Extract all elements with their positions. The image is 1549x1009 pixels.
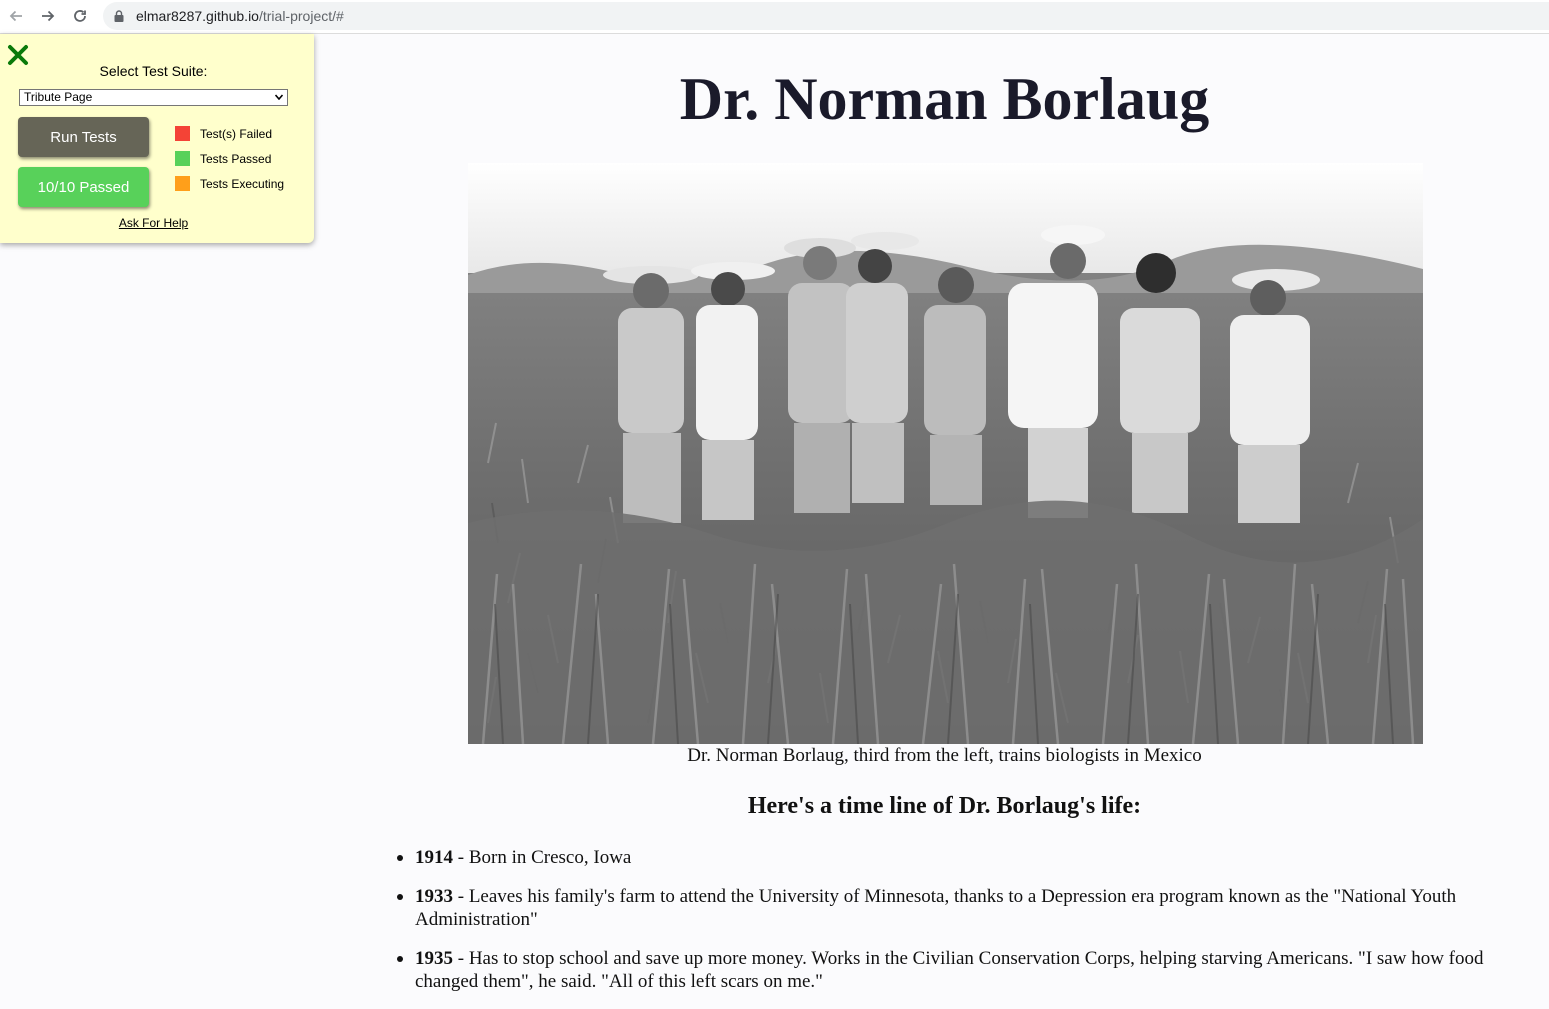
- legend-passed-label: Tests Passed: [200, 151, 272, 166]
- timeline-text: - Born in Cresco, Iowa: [453, 847, 632, 868]
- back-arrow-icon[interactable]: [4, 4, 28, 28]
- timeline-heading: Here's a time line of Dr. Borlaug's life…: [747, 793, 1142, 819]
- browser-toolbar: elmar8287.github.io/trial-project/#: [0, 0, 1549, 34]
- test-suite-panel: Select Test Suite: Tribute Page Run Test…: [0, 34, 314, 243]
- timeline-year: 1935: [415, 948, 453, 969]
- lock-icon: [114, 10, 124, 22]
- timeline-list: 1914 - Born in Cresco, Iowa 1933 - Leave…: [397, 846, 1520, 1009]
- list-item: 1933 - Leaves his family's farm to atten…: [397, 885, 1520, 931]
- list-item: 1935 - Has to stop school and save up mo…: [397, 947, 1520, 993]
- legend-passed: Tests Passed: [175, 151, 271, 166]
- image-caption: Dr. Norman Borlaug, third from the left,…: [687, 745, 1202, 766]
- chevron-down-icon: [275, 94, 283, 100]
- timeline-text: - Leaves his family's farm to attend the…: [415, 886, 1457, 930]
- list-item: 1914 - Born in Cresco, Iowa: [397, 846, 1520, 869]
- test-suite-select[interactable]: Tribute Page: [19, 89, 288, 106]
- page-title: Dr. Norman Borlaug: [679, 66, 1210, 132]
- select-suite-label: Select Test Suite:: [99, 63, 208, 79]
- run-tests-button[interactable]: Run Tests: [18, 117, 149, 157]
- forward-arrow-icon[interactable]: [36, 4, 60, 28]
- ask-for-help-link[interactable]: Ask For Help: [0, 216, 307, 230]
- url-path: /trial-project/#: [258, 8, 344, 24]
- failed-swatch: [175, 126, 190, 141]
- selected-suite-value: Tribute Page: [24, 90, 93, 104]
- wheat-field-photo: [468, 163, 1423, 744]
- legend-executing: Tests Executing: [175, 176, 284, 191]
- passed-swatch: [175, 151, 190, 166]
- legend-failed-label: Test(s) Failed: [200, 126, 273, 141]
- timeline-year: 1933: [415, 886, 453, 907]
- executing-swatch: [175, 176, 190, 191]
- address-bar[interactable]: elmar8287.github.io/trial-project/#: [103, 2, 1549, 30]
- url-text: elmar8287.github.io/trial-project/#: [136, 8, 344, 24]
- test-results-button[interactable]: 10/10 Passed: [18, 167, 149, 207]
- timeline-year: 1914: [415, 847, 453, 868]
- url-host: elmar8287.github.io: [136, 8, 259, 24]
- legend-failed: Test(s) Failed: [175, 126, 272, 141]
- timeline-text: - Has to stop school and save up more mo…: [415, 948, 1484, 992]
- reload-icon[interactable]: [68, 4, 92, 28]
- legend-executing-label: Tests Executing: [200, 176, 285, 191]
- tribute-photo: [468, 163, 1423, 744]
